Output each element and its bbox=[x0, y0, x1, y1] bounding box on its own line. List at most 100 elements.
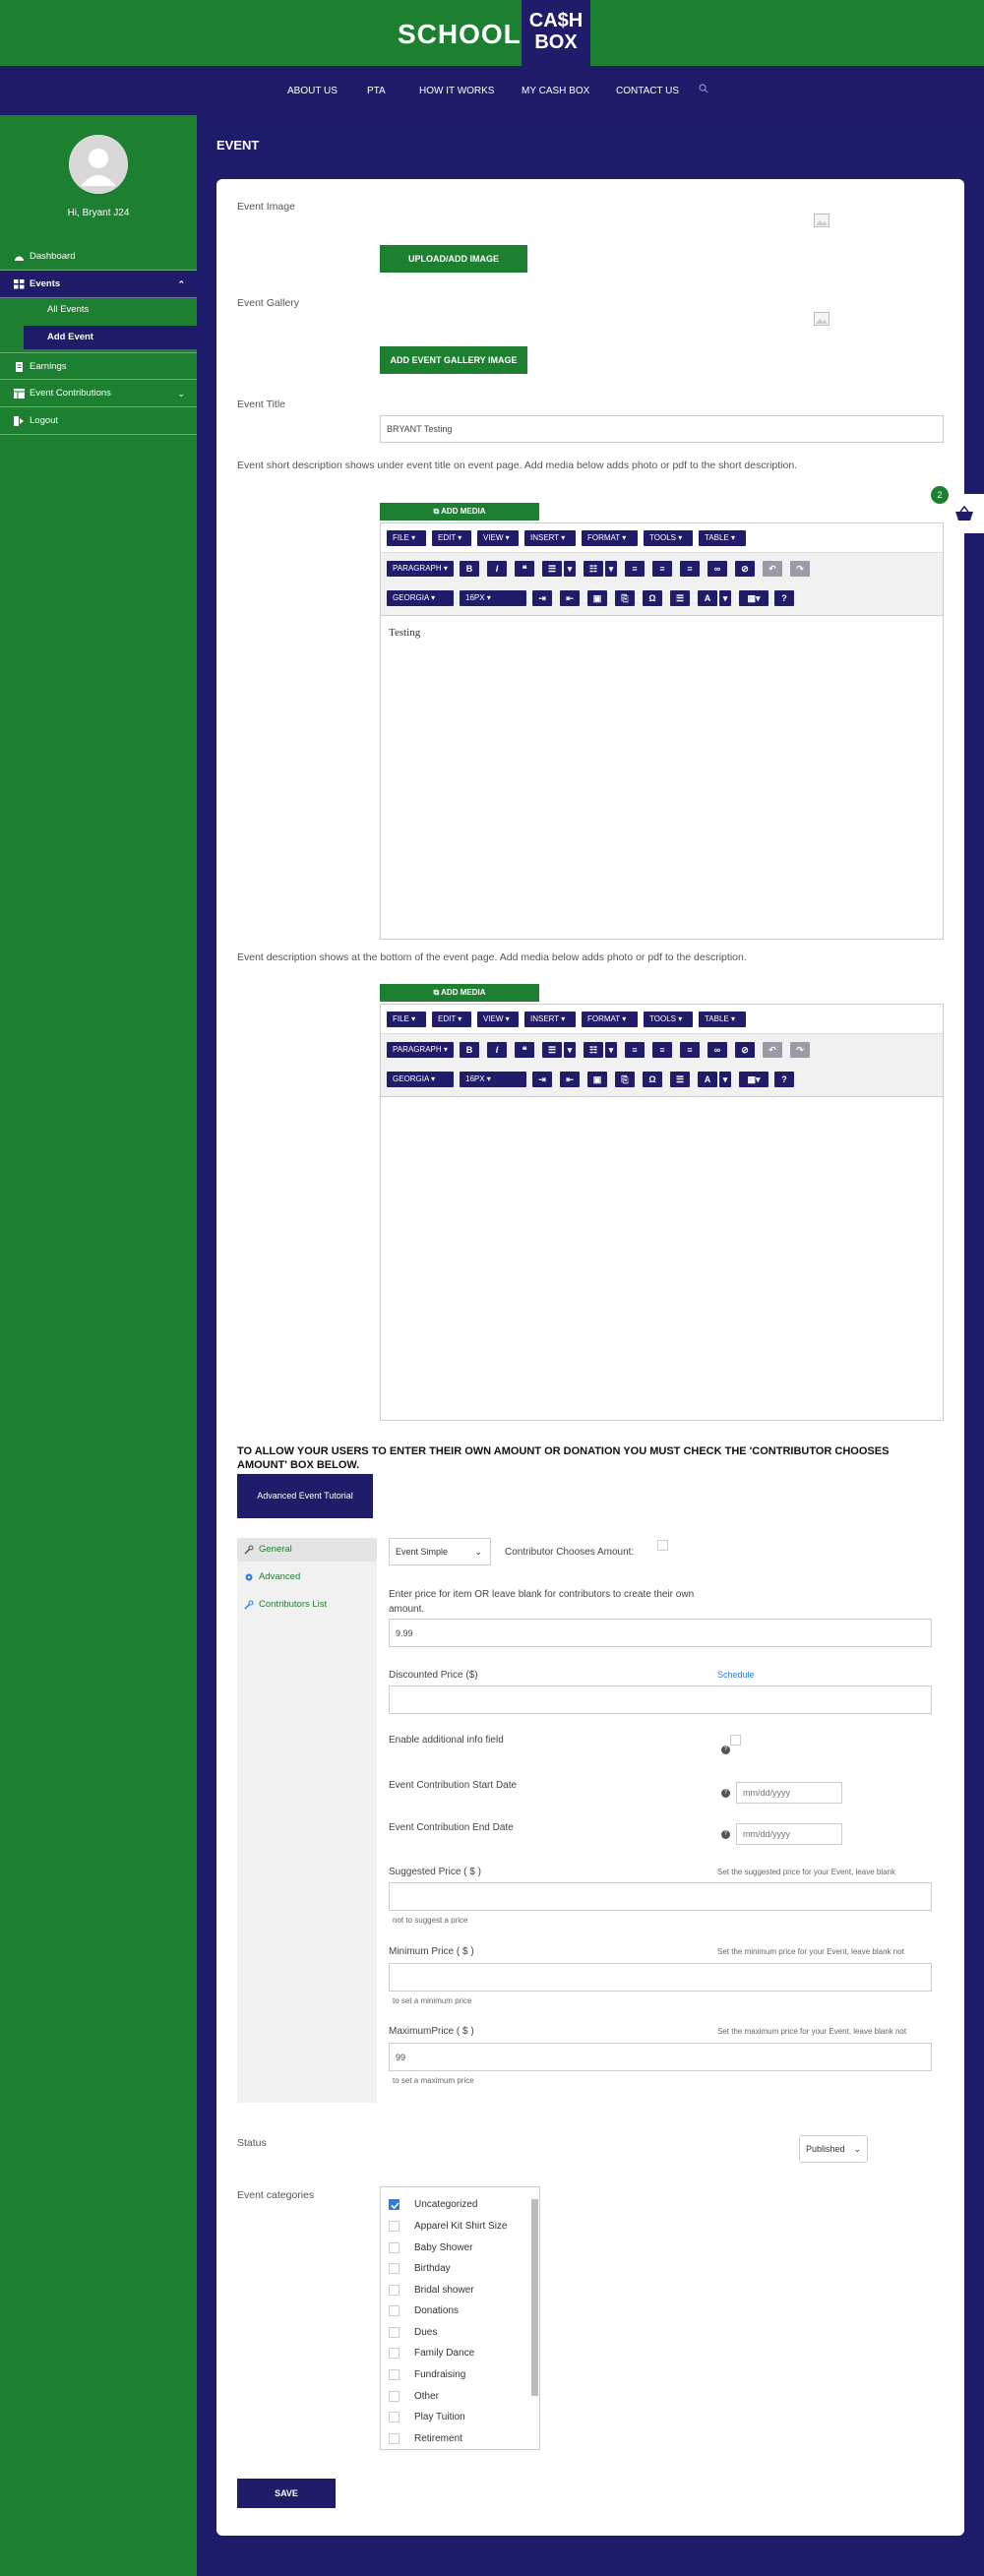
help-icon[interactable]: ? bbox=[774, 590, 794, 606]
checkbox[interactable] bbox=[389, 2391, 400, 2402]
sidebar-item-event-contributions[interactable]: Event Contributions ⌄ bbox=[0, 380, 197, 407]
redo-icon[interactable]: ↷ bbox=[790, 561, 810, 577]
checkbox[interactable] bbox=[389, 2263, 400, 2274]
tab-advanced[interactable]: Advanced bbox=[237, 1565, 377, 1589]
font-family-select[interactable]: GEORGIA ▾ bbox=[387, 1072, 454, 1087]
font-size-select[interactable]: 16PX ▾ bbox=[460, 1072, 526, 1087]
horizontal-rule-icon[interactable]: ☰ bbox=[670, 1072, 690, 1087]
checkbox[interactable] bbox=[389, 2412, 400, 2423]
upload-image-button[interactable]: UPLOAD/ADD IMAGE bbox=[380, 245, 527, 273]
menu-tools[interactable]: TOOLS ▾ bbox=[644, 530, 693, 546]
menu-file[interactable]: FILE ▾ bbox=[387, 1012, 426, 1027]
menu-table[interactable]: TABLE ▾ bbox=[699, 530, 746, 546]
image-icon[interactable]: ▣ bbox=[587, 1072, 607, 1087]
checkbox[interactable] bbox=[389, 2327, 400, 2338]
align-center-icon[interactable]: ≡ bbox=[652, 561, 672, 577]
event-title-input[interactable] bbox=[380, 415, 944, 443]
menu-edit[interactable]: EDIT ▾ bbox=[432, 530, 471, 546]
nav-about-us[interactable]: ABOUT US bbox=[287, 86, 338, 96]
end-date-input[interactable] bbox=[736, 1823, 842, 1845]
blockquote-button[interactable]: ❝ bbox=[515, 1042, 534, 1058]
discounted-price-input[interactable] bbox=[389, 1686, 932, 1714]
event-type-select[interactable]: Event Simple ⌄ bbox=[389, 1538, 491, 1565]
text-color-dropdown[interactable]: ▾ bbox=[719, 590, 731, 606]
add-media-button[interactable]: ⧉ ADD MEDIA bbox=[380, 984, 539, 1002]
checkbox[interactable] bbox=[389, 2221, 400, 2232]
menu-edit[interactable]: EDIT ▾ bbox=[432, 1012, 471, 1027]
price-input[interactable] bbox=[389, 1619, 932, 1647]
short-description-content[interactable]: Testing bbox=[381, 617, 943, 931]
undo-icon[interactable]: ↶ bbox=[763, 1042, 782, 1058]
special-char-icon[interactable]: Ω bbox=[643, 590, 662, 606]
link-icon[interactable]: ∞ bbox=[707, 561, 727, 577]
checkbox[interactable] bbox=[389, 2285, 400, 2296]
bold-button[interactable]: B bbox=[460, 1042, 479, 1058]
text-color-icon[interactable]: A bbox=[698, 590, 717, 606]
sidebar-item-logout[interactable]: Logout bbox=[0, 407, 197, 435]
start-date-input[interactable] bbox=[736, 1782, 842, 1804]
menu-file[interactable]: FILE ▾ bbox=[387, 530, 426, 546]
numbered-list-dropdown[interactable]: ▾ bbox=[605, 561, 617, 577]
tab-general[interactable]: General bbox=[237, 1538, 377, 1562]
sidebar-subitem-all-events[interactable]: All Events bbox=[24, 298, 197, 322]
font-family-select[interactable]: GEORGIA ▾ bbox=[387, 590, 454, 606]
nav-my-cash-box[interactable]: MY CASH BOX bbox=[522, 86, 589, 96]
text-color-dropdown[interactable]: ▾ bbox=[719, 1072, 731, 1087]
sidebar-item-events[interactable]: Events ⌃ bbox=[0, 271, 197, 298]
indent-icon[interactable]: ⇥ bbox=[532, 590, 552, 606]
numbered-list-dropdown[interactable]: ▾ bbox=[605, 1042, 617, 1058]
horizontal-rule-icon[interactable]: ☰ bbox=[670, 590, 690, 606]
menu-view[interactable]: VIEW ▾ bbox=[477, 1012, 519, 1027]
outdent-icon[interactable]: ⇤ bbox=[560, 1072, 580, 1087]
blockquote-button[interactable]: ❝ bbox=[515, 561, 534, 577]
menu-table[interactable]: TABLE ▾ bbox=[699, 1012, 746, 1027]
align-right-icon[interactable]: ≡ bbox=[680, 1042, 700, 1058]
text-color-icon[interactable]: A bbox=[698, 1072, 717, 1087]
outdent-icon[interactable]: ⇤ bbox=[560, 590, 580, 606]
checkbox-checked[interactable] bbox=[389, 2199, 400, 2210]
checkbox[interactable] bbox=[389, 2348, 400, 2359]
menu-insert[interactable]: INSERT ▾ bbox=[524, 530, 576, 546]
align-right-icon[interactable]: ≡ bbox=[680, 561, 700, 577]
checkbox[interactable] bbox=[389, 2242, 400, 2253]
nav-contact-us[interactable]: CONTACT US bbox=[616, 86, 679, 96]
link-icon[interactable]: ∞ bbox=[707, 1042, 727, 1058]
help-icon[interactable]: ? bbox=[774, 1072, 794, 1087]
status-select[interactable]: Published ⌄ bbox=[799, 2135, 868, 2163]
contributor-chooses-checkbox[interactable] bbox=[657, 1540, 668, 1551]
bullet-list-icon[interactable]: ☰ bbox=[542, 561, 562, 577]
schedule-link[interactable]: Schedule bbox=[717, 1670, 755, 1680]
additional-info-checkbox[interactable] bbox=[730, 1735, 741, 1746]
tab-contributors-list[interactable]: Contributors List bbox=[237, 1593, 377, 1617]
numbered-list-icon[interactable]: ☷ bbox=[584, 561, 603, 577]
menu-format[interactable]: FORMAT ▾ bbox=[582, 530, 638, 546]
logo-school-text[interactable]: SCHOOL bbox=[398, 19, 522, 50]
align-left-icon[interactable]: ≡ bbox=[625, 1042, 645, 1058]
nav-how-it-works[interactable]: HOW IT WORKS bbox=[419, 86, 494, 96]
undo-icon[interactable]: ↶ bbox=[763, 561, 782, 577]
table-insert-icon[interactable]: ▦▾ bbox=[739, 590, 769, 606]
save-button[interactable]: SAVE bbox=[237, 2479, 336, 2508]
bullet-list-icon[interactable]: ☰ bbox=[542, 1042, 562, 1058]
font-size-select[interactable]: 16PX ▾ bbox=[460, 590, 526, 606]
block-format-select[interactable]: PARAGRAPH ▾ bbox=[387, 561, 454, 577]
nav-pta[interactable]: PTA bbox=[367, 86, 386, 96]
unlink-icon[interactable]: ⊘ bbox=[735, 1042, 755, 1058]
checkbox[interactable] bbox=[389, 2369, 400, 2380]
menu-view[interactable]: VIEW ▾ bbox=[477, 530, 519, 546]
avatar[interactable] bbox=[69, 135, 128, 194]
bullet-list-dropdown[interactable]: ▾ bbox=[564, 561, 576, 577]
cart-button[interactable] bbox=[945, 494, 984, 533]
scrollbar[interactable] bbox=[531, 2199, 538, 2396]
bullet-list-dropdown[interactable]: ▾ bbox=[564, 1042, 576, 1058]
menu-insert[interactable]: INSERT ▾ bbox=[524, 1012, 576, 1027]
unlink-icon[interactable]: ⊘ bbox=[735, 561, 755, 577]
maximum-price-input[interactable] bbox=[389, 2043, 932, 2071]
attachment-icon[interactable]: ⎘ bbox=[615, 590, 635, 606]
minimum-price-input[interactable] bbox=[389, 1963, 932, 1992]
image-icon[interactable]: ▣ bbox=[587, 590, 607, 606]
special-char-icon[interactable]: Ω bbox=[643, 1072, 662, 1087]
italic-button[interactable]: I bbox=[487, 1042, 507, 1058]
add-media-button[interactable]: ⧉ ADD MEDIA bbox=[380, 503, 539, 521]
description-content[interactable] bbox=[381, 1098, 943, 1412]
